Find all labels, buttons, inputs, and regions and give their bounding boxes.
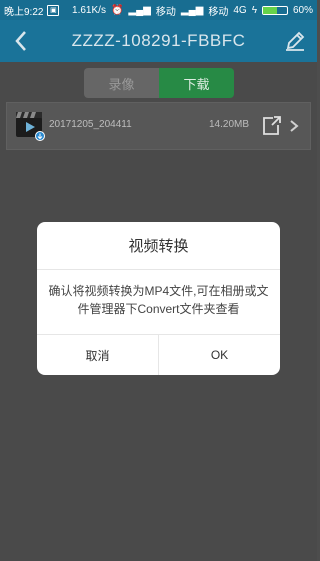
tab-download[interactable]: 下载 [159,68,234,98]
dialog-message: 确认将视频转换为MP4文件,可在相册或文件管理器下Convert文件夹查看 [48,284,269,316]
battery-percent: 60% [292,4,313,16]
cancel-button[interactable]: 取消 [37,335,158,375]
ok-button[interactable]: OK [158,335,280,375]
share-icon [263,116,281,135]
app-header: ZZZZ-108291-FBBFC [0,20,317,62]
signal-icon-2: ▂▄▆ [180,4,204,16]
edit-button[interactable] [283,29,307,53]
list-item[interactable]: 20171205_204411 14.20MB [6,102,311,150]
charging-icon: ϟ [251,4,257,16]
pencil-icon [286,31,305,51]
chevron-right-icon[interactable] [289,119,299,133]
video-file-icon [16,112,45,141]
alarm-icon: ⏰ [110,4,124,16]
network-speed: 1.61K/s [72,4,106,16]
tab-record[interactable]: 录像 [84,68,159,98]
carrier-2: 移动 [208,6,229,18]
file-name: 20171205_204411 [49,119,132,130]
tab-bar: 录像 下载 [84,68,234,98]
battery-fill [262,6,278,14]
back-arrow-icon [15,31,26,51]
convert-dialog: 视频转换 确认将视频转换为MP4文件,可在相册或文件管理器下Convert文件夹… [37,222,280,375]
status-time: 晚上9:22 [4,6,44,18]
page-title: ZZZZ-108291-FBBFC [71,31,246,50]
battery-icon [261,5,288,15]
status-bar: 晚上9:22 ▣ 1.61K/s ⏰ ▂▄▆ 移动 ▂▄▆ 移动 4G ϟ 60… [0,0,317,20]
notification-icon: ▣ [47,4,60,16]
signal-icon-1: ▂▄▆ [128,4,151,16]
carrier-1: 移动 [155,6,176,18]
dialog-title: 视频转换 [37,222,280,270]
status-right: 1.61K/s ⏰ ▂▄▆ 移动 ▂▄▆ 移动 4G ϟ 60% [72,3,313,18]
network-type: 4G [233,4,247,16]
status-left: 晚上9:22 ▣ [4,3,60,18]
dialog-button-bar: 取消 OK [37,334,280,375]
back-button[interactable] [10,29,34,53]
share-button[interactable] [260,115,282,137]
file-size: 14.20MB [209,119,250,130]
